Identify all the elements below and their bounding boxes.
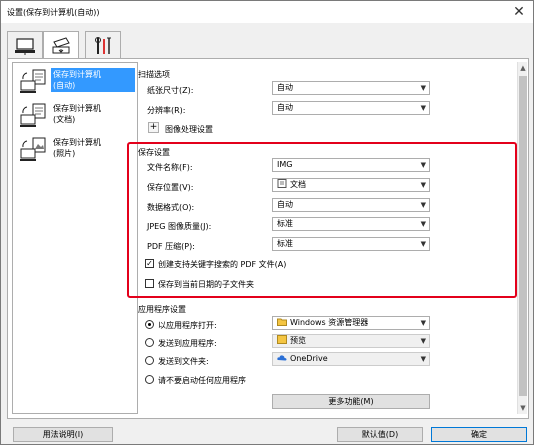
preview-app-icon (277, 335, 287, 344)
paper-size-value: 自动 (277, 83, 293, 92)
application-settings-title: 应用程序设置 (138, 305, 186, 314)
computer-scan-icon (15, 37, 35, 55)
send-to-folder-select[interactable]: OneDrive ▼ (272, 352, 430, 366)
scrollbar-thumb[interactable] (519, 76, 527, 396)
send-to-folder-label: 发送到文件夹: (158, 357, 209, 366)
document-folder-icon (277, 179, 287, 188)
more-functions-button[interactable]: 更多功能(M) (272, 394, 430, 409)
open-with-select[interactable]: Windows 资源管理器 ▼ (272, 316, 430, 330)
label-text: 保存到计算机 (照片) (53, 138, 101, 158)
image-processing-label: 图像处理设置 (165, 125, 213, 134)
defaults-button[interactable]: 默认值(D) (337, 427, 423, 442)
paper-size-label: 纸张尺寸(Z): (147, 86, 194, 95)
save-in-value: 文档 (290, 180, 306, 189)
open-with-label: 以应用程序打开: (158, 321, 217, 330)
pdf-compression-value: 标准 (277, 239, 293, 248)
filename-value: IMG (277, 160, 293, 169)
radio-selected-dot (148, 323, 151, 326)
onedrive-icon (277, 355, 287, 361)
chevron-down-icon: ▼ (420, 104, 426, 112)
list-item-save-photo[interactable]: 保存到计算机 (照片) (15, 133, 135, 167)
ok-button[interactable]: 确定 (431, 427, 527, 442)
folder-icon (277, 318, 287, 326)
jpeg-quality-label: JPEG 图像质量(J): (147, 222, 212, 231)
chevron-down-icon: ▼ (420, 201, 426, 209)
chevron-down-icon: ▼ (420, 337, 426, 345)
chevron-down-icon: ▼ (420, 181, 426, 189)
label-text: 保存到计算机 (自动) (53, 70, 101, 90)
send-to-app-radio[interactable] (145, 338, 154, 347)
list-item-label: 保存到计算机 (自动) (51, 68, 135, 92)
jpeg-quality-select[interactable]: 标准 ▼ (272, 217, 430, 231)
chevron-down-icon: ▼ (420, 355, 426, 363)
pdf-compression-label: PDF 压缩(P): (147, 242, 195, 251)
filename-label: 文件名称(F): (147, 163, 193, 172)
window-title: 设置(保存到计算机(自动)) (7, 8, 100, 17)
title-bar: 设置(保存到计算机(自动)) ✕ (1, 1, 533, 23)
scan-mode-list: 保存到计算机 (自动) 保存到计算机 (文档) 保存到计算机 (照片) (12, 62, 138, 414)
tab-general-settings[interactable] (85, 31, 121, 59)
jpeg-quality-value: 标准 (277, 219, 293, 228)
settings-window: 设置(保存到计算机(自动)) ✕ 保存到计算机 (自动) 保存到计算机 (文档)… (0, 0, 534, 445)
chevron-down-icon: ▼ (420, 220, 426, 228)
chevron-down-icon: ▼ (420, 161, 426, 169)
subfolder-label: 保存到当前日期的子文件夹 (158, 280, 254, 289)
resolution-value: 自动 (277, 103, 293, 112)
tab-strip (7, 31, 527, 60)
save-in-select[interactable]: 文档 ▼ (272, 178, 430, 192)
tab-save-settings[interactable] (43, 31, 79, 60)
list-item-save-document[interactable]: 保存到计算机 (文档) (15, 99, 135, 133)
send-to-folder-radio[interactable] (145, 356, 154, 365)
resolution-label: 分辨率(R): (147, 106, 186, 115)
save-to-pc-auto-icon (20, 69, 46, 93)
data-format-select[interactable]: 自动 ▼ (272, 198, 430, 212)
send-to-app-value: 预览 (290, 336, 306, 345)
list-item-label: 保存到计算机 (照片) (51, 136, 135, 160)
expand-image-processing-button[interactable]: + (148, 122, 159, 133)
do-not-start-label: 请不要启动任何应用程序 (158, 376, 246, 385)
chevron-down-icon: ▼ (420, 240, 426, 248)
data-format-label: 数据格式(O): (147, 203, 195, 212)
searchable-pdf-label: 创建支持关键字搜索的 PDF 文件(A) (158, 260, 287, 269)
chevron-down-icon: ▼ (420, 319, 426, 327)
open-with-radio[interactable] (145, 320, 154, 329)
data-format-value: 自动 (277, 200, 293, 209)
send-to-app-label: 发送到应用程序: (158, 339, 217, 348)
scan-options-title: 扫描选项 (138, 70, 170, 79)
paper-size-select[interactable]: 自动 ▼ (272, 81, 430, 95)
send-to-folder-value: OneDrive (290, 354, 328, 363)
save-settings-title: 保存设置 (138, 148, 170, 157)
resolution-select[interactable]: 自动 ▼ (272, 101, 430, 115)
subfolder-checkbox[interactable] (145, 279, 154, 288)
filename-combobox[interactable]: IMG ▼ (272, 158, 430, 172)
pdf-compression-select[interactable]: 标准 ▼ (272, 237, 430, 251)
list-item-save-auto[interactable]: 保存到计算机 (自动) (15, 65, 135, 99)
scanner-icon (52, 37, 70, 54)
send-to-app-select[interactable]: 预览 ▼ (272, 334, 430, 348)
chevron-down-icon: ▼ (420, 84, 426, 92)
scroll-up-arrow-icon[interactable]: ▲ (518, 63, 528, 73)
open-with-value: Windows 资源管理器 (290, 318, 369, 327)
instructions-button[interactable]: 用法说明(I) (13, 427, 113, 442)
tools-icon (95, 36, 111, 54)
do-not-start-radio[interactable] (145, 375, 154, 384)
close-button[interactable]: ✕ (511, 4, 527, 20)
save-in-label: 保存位置(V): (147, 183, 194, 192)
scroll-down-arrow-icon[interactable]: ▼ (518, 403, 528, 413)
right-pane-scrollbar[interactable]: ▲ ▼ (517, 62, 527, 414)
save-to-pc-document-icon (20, 103, 46, 127)
tab-scan-from-operation-panel[interactable] (7, 31, 43, 59)
searchable-pdf-checkbox[interactable]: ✓ (145, 259, 154, 268)
list-item-label: 保存到计算机 (文档) (51, 102, 135, 126)
label-text: 保存到计算机 (文档) (53, 104, 101, 124)
save-to-pc-photo-icon (20, 137, 46, 161)
